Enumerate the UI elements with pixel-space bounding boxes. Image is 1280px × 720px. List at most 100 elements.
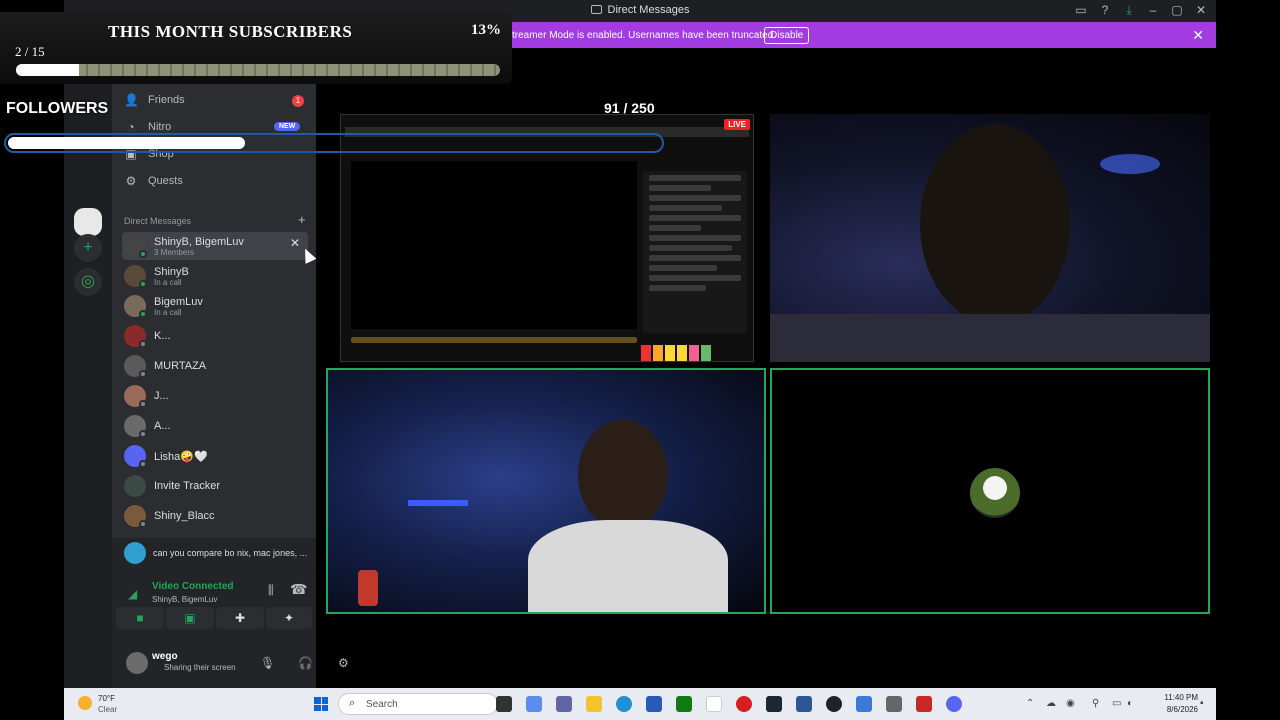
dm-item[interactable]: MURTAZA <box>122 352 308 380</box>
nitro-icon: ◔ <box>127 120 135 134</box>
followers-progress-bar <box>4 133 664 153</box>
stream-video <box>351 161 637 329</box>
mic-icon[interactable]: 🎙 <box>260 656 275 670</box>
dm-item[interactable]: J... <box>122 382 308 410</box>
camera-button[interactable]: ■ <box>116 607 164 629</box>
signal-icon[interactable]: ◢ <box>128 587 137 601</box>
discord-icon[interactable] <box>946 696 962 712</box>
edge-icon[interactable] <box>616 696 632 712</box>
clock-date[interactable]: 8/6/2026 <box>1138 705 1198 714</box>
headset-icon[interactable]: 🎧 <box>298 656 313 670</box>
activities-button[interactable]: ✚ <box>216 607 264 629</box>
screen-share-button[interactable]: ▣ <box>166 607 214 629</box>
video-tile-participant[interactable] <box>770 114 1210 362</box>
close-dm-icon[interactable]: ✕ <box>290 236 300 250</box>
banner-close-icon[interactable]: ✕ <box>1192 27 1204 44</box>
swatch <box>641 345 651 361</box>
followers-count: 91 / 250 <box>604 100 655 116</box>
network-icon[interactable]: ◉ <box>1066 698 1075 709</box>
help-icon[interactable]: ? <box>1098 3 1112 18</box>
activity-panel[interactable]: can you compare bo nix, mac jones, ... <box>112 538 316 568</box>
status-dot <box>139 250 147 258</box>
window-title-text: Direct Messages <box>607 4 690 16</box>
swatch <box>653 345 663 361</box>
volume-icon[interactable]: ◖ <box>1126 698 1132 709</box>
dm-name: A... <box>154 420 171 432</box>
microphone-tray-icon[interactable]: ⚲ <box>1092 698 1099 709</box>
disable-streamer-mode-button[interactable]: Disable <box>764 27 810 44</box>
teams-icon[interactable] <box>556 696 572 712</box>
server-icon[interactable] <box>74 208 102 236</box>
video-tile-avatar[interactable] <box>770 368 1210 614</box>
steam-icon[interactable] <box>766 696 782 712</box>
maximize-icon[interactable]: ▢ <box>1170 3 1184 18</box>
dm-name: BigemLuv <box>154 296 203 308</box>
dm-item[interactable]: Shiny_Blacc <box>122 502 308 530</box>
discover-icon[interactable]: ◎ <box>74 268 102 296</box>
display-icon[interactable]: ▭ <box>1112 698 1121 709</box>
app-icon[interactable] <box>916 696 932 712</box>
video-tile-self[interactable] <box>326 368 766 614</box>
status-dot <box>139 370 147 378</box>
dm-sidebar: 👤 Friends 1 ◔ Nitro NEW ▣ Shop ⚙ Quests Dire… <box>112 22 349 688</box>
noise-suppression-icon[interactable]: ⫼ <box>268 583 274 598</box>
taskbar-search[interactable]: ⌕ Search <box>338 693 498 715</box>
notification-icon[interactable]: ▪ <box>1200 698 1204 709</box>
new-badge: NEW <box>274 122 301 131</box>
soundboard-icon: ✦ <box>283 611 295 625</box>
voice-status: Video Connected <box>152 581 234 592</box>
dm-item[interactable]: A... <box>122 412 308 440</box>
store-icon[interactable] <box>646 696 662 712</box>
settings-app-icon[interactable] <box>886 696 902 712</box>
app-icon[interactable] <box>736 696 752 712</box>
dm-item[interactable]: Lisha🤪🤍 <box>122 442 308 470</box>
status-dot <box>139 280 147 288</box>
add-server-icon[interactable]: + <box>74 234 102 262</box>
onedrive-icon[interactable]: ☁ <box>1046 698 1056 709</box>
chevron-up-icon[interactable]: ⌃ <box>1026 698 1034 709</box>
soundboard-button[interactable]: ✦ <box>266 607 312 629</box>
subscribers-percent: 13% <box>471 22 501 38</box>
user-panel: wego Sharing their screen 🎙 🎧 ⚙ <box>112 648 349 688</box>
dm-name: Shiny_Blacc <box>154 510 215 522</box>
create-dm-icon[interactable]: + <box>298 212 306 227</box>
dm-name: J... <box>154 390 169 402</box>
file-explorer-icon[interactable] <box>586 696 602 712</box>
dm-item[interactable]: Invite Tracker <box>122 472 308 500</box>
copilot-icon[interactable] <box>526 696 542 712</box>
taskbar: 70°F Clear ⌕ Search ⌃ ☁ ◉ ⚲ ▭ ◖ 11:40 PM… <box>64 688 1216 720</box>
dm-header: Direct Messages <box>124 216 192 226</box>
subscribers-goal-overlay: THIS MONTH SUBSCRIBERS 13% 2 / 15 <box>0 12 512 84</box>
inbox-tray-icon[interactable]: ▭ <box>1074 3 1088 18</box>
nav-quests[interactable]: ⚙ Quests <box>124 170 183 192</box>
disconnect-icon[interactable]: ☎ <box>290 581 307 598</box>
nav-friends[interactable]: 👤 Friends <box>124 89 185 111</box>
dm-name: ShinyB, BigemLuv <box>154 236 244 248</box>
dm-name: ShinyB <box>154 266 189 278</box>
nav-label: Quests <box>148 175 183 187</box>
shoulder <box>770 314 1210 362</box>
clock-time[interactable]: 11:40 PM <box>1138 693 1198 702</box>
notepad-icon[interactable] <box>706 696 722 712</box>
start-icon[interactable] <box>314 697 328 711</box>
dm-item[interactable]: ShinyB In a call <box>122 262 308 290</box>
download-icon[interactable]: ⤓ <box>1122 3 1136 18</box>
dm-item-group[interactable]: ShinyB, BigemLuv 3 Members ✕ <box>122 232 308 260</box>
avatar <box>124 475 146 497</box>
obs-icon[interactable] <box>826 696 842 712</box>
app-icon[interactable] <box>856 696 872 712</box>
status-dot <box>139 400 147 408</box>
subscribers-count: 2 / 15 <box>15 44 45 59</box>
live-chat <box>643 171 747 333</box>
minimize-icon[interactable]: – <box>1146 3 1160 18</box>
taskview-icon[interactable] <box>496 696 512 712</box>
settings-icon[interactable]: ⚙ <box>338 656 349 670</box>
app-icon[interactable] <box>796 696 812 712</box>
dm-item[interactable]: BigemLuv In a call <box>122 292 308 320</box>
weather-icon[interactable] <box>78 696 92 710</box>
xbox-icon[interactable] <box>676 696 692 712</box>
user-avatar[interactable] <box>126 652 148 674</box>
dm-item[interactable]: K... <box>122 322 308 350</box>
stream-title <box>351 337 637 343</box>
close-window-icon[interactable]: ✕ <box>1194 3 1208 18</box>
